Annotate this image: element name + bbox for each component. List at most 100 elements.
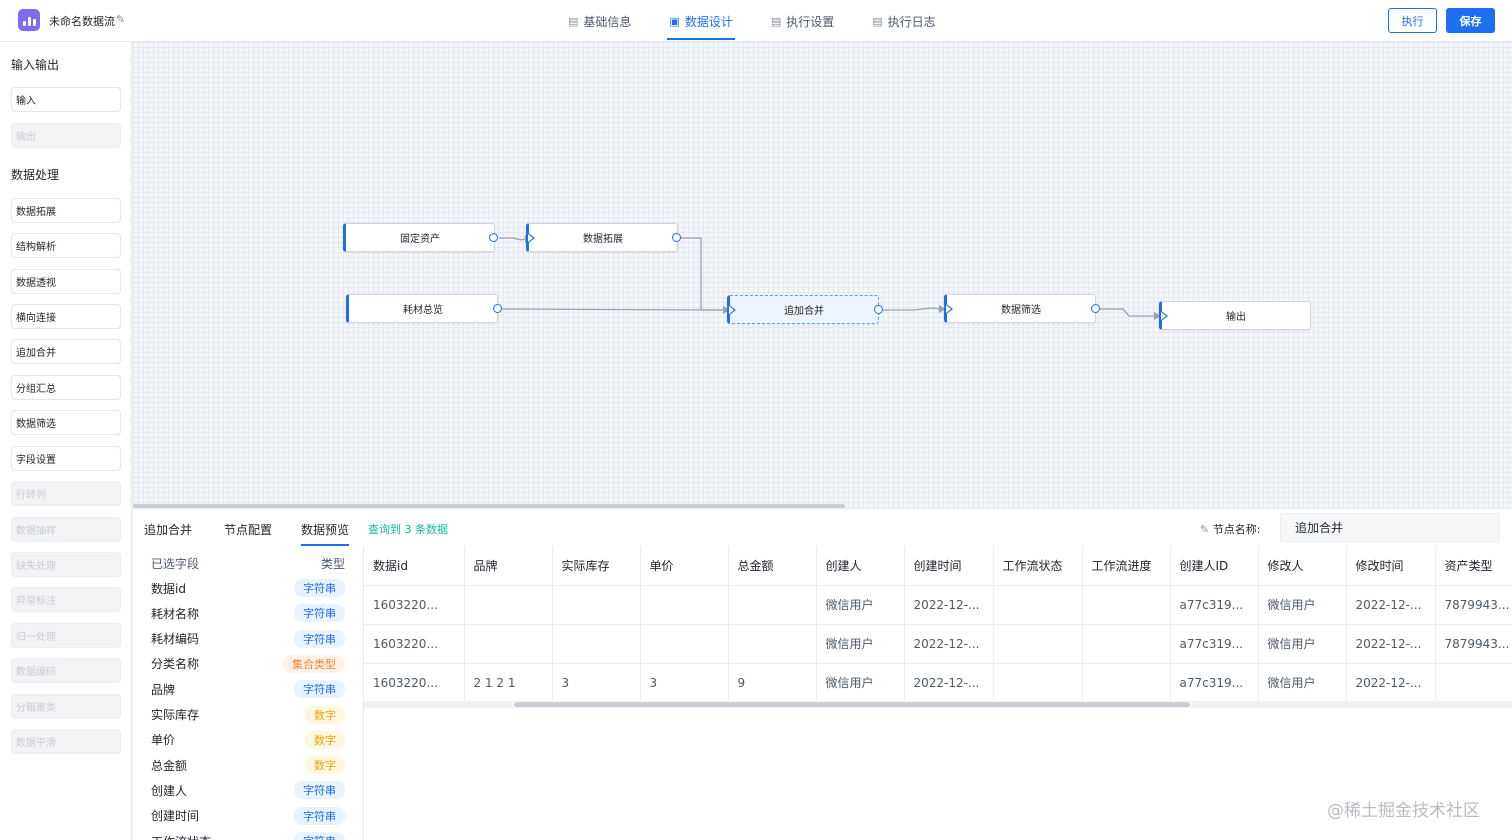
node-consumables[interactable]: 耗材总览 [346,294,498,323]
table-cell: 微信用户 [1258,663,1347,703]
node-append-merge[interactable]: 追加合并 [727,295,879,324]
column-header[interactable]: 数据id [364,546,465,586]
node-data-expand-in-port[interactable] [527,232,535,244]
component-join[interactable]: 横向连接 [11,304,121,329]
flow-canvas[interactable]: 固定资产 数据拓展 耗材总览 追加合并 数据筛选 输出 [133,42,1512,508]
node-data-expand[interactable]: 数据拓展 [526,223,678,252]
fields-header-type: 类型 [320,557,345,571]
column-header[interactable]: 创建人ID [1170,546,1259,586]
edit-title-icon[interactable]: ✎ [116,13,125,26]
component-filter[interactable]: 数据筛选 [11,410,121,435]
column-header[interactable]: 工作流状态 [993,546,1083,586]
run-button[interactable]: 执行 [1388,8,1437,33]
doc-icon: ▤ [568,14,579,28]
column-header[interactable]: 修改人 [1258,546,1347,586]
column-header[interactable]: 创建人 [816,546,905,586]
field-row: 耗材名称 字符串 [151,603,345,623]
watermark: @稀土掘金技术社区 [1327,801,1480,821]
node-data-filter[interactable]: 数据筛选 [944,294,1096,323]
field-name: 单价 [151,733,176,748]
component-data-expand[interactable]: 数据拓展 [11,198,121,223]
field-name: 实际库存 [151,708,200,722]
node-name-input[interactable]: 追加合并 [1280,513,1500,542]
component-append-merge[interactable]: 追加合并 [11,339,121,364]
column-header[interactable]: 资产类型 [1435,546,1512,586]
table-row: 1603220... 微信用户 2022-12-... a77c319... 微信用户 2… [364,624,1512,664]
column-header[interactable]: 创建时间 [904,546,994,586]
node-append-merge-out-port[interactable] [874,305,883,314]
table-scrollbar[interactable] [514,702,1190,707]
node-output-in-port[interactable] [1160,310,1168,322]
field-row: 创建时间 字符串 [151,806,345,826]
edge-merge-to-filter [883,307,942,311]
save-button[interactable]: 保存 [1446,8,1495,33]
edit-icon: ✎ [1200,523,1210,536]
column-header[interactable]: 实际库存 [552,546,641,586]
table-cell: 微信用户 [816,663,905,703]
tab-data-preview[interactable]: 数据预览 [301,521,350,546]
tab-basic-info[interactable]: ▤ 基础信息 [566,0,633,42]
table-cell [640,624,729,664]
column-header[interactable]: 品牌 [464,546,553,586]
component-panel: 输入输出 输入 输出 数据处理 数据拓展 结构解析 数据透视 横向连接 追加合并… [0,42,132,840]
table-cell [993,624,1083,664]
edge-consumables-to-merge [501,308,724,311]
field-type-tag: 字符串 [294,579,345,597]
table-cell: 7879943... [1435,585,1512,625]
node-data-filter-in-port[interactable] [945,303,953,315]
component-structure-parse[interactable]: 结构解析 [11,233,121,258]
node-consumables-out-port[interactable] [493,304,502,313]
column-header[interactable]: 总金额 [728,546,817,586]
table-cell: 7879943... [1435,624,1512,664]
node-append-merge-in-port[interactable] [728,304,736,316]
main-tabs: ▤ 基础信息 ▣ 数据设计 ▤ 执行设置 ▤ 执行日志 [566,0,972,42]
table-cell [993,663,1083,703]
component-binning: 分箱聚类 [11,694,121,719]
field-name: 创建人 [151,783,188,798]
edge-fixed-to-expand [499,237,526,241]
component-input[interactable]: 输入 [11,87,121,112]
column-header[interactable]: 单价 [640,546,729,586]
table-cell: a77c319... [1170,585,1259,625]
table-cell: 2022-12-... [904,663,994,703]
table-cell: 3 [552,663,641,703]
node-fixed-assets[interactable]: 固定资产 [343,223,495,252]
component-group-summary[interactable]: 分组汇总 [11,375,121,400]
component-pivot[interactable]: 数据透视 [11,269,121,294]
column-header[interactable]: 工作流进度 [1082,546,1171,586]
node-data-expand-out-port[interactable] [672,233,681,242]
tab-data-design[interactable]: ▣ 数据设计 [667,0,736,42]
field-type-tag: 数字 [305,756,345,775]
field-row: 耗材编码 字符串 [151,629,345,649]
node-data-filter-out-port[interactable] [1091,304,1100,313]
table-cell: 微信用户 [816,624,905,664]
tab-run-settings[interactable]: ▤ 执行设置 [769,0,836,42]
component-field-settings[interactable]: 字段设置 [11,446,121,471]
field-name: 数据id [151,581,186,596]
table-cell: 2022-12-... [1346,585,1436,625]
table-cell: 1603220... [364,663,465,703]
field-type-tag: 字符串 [294,781,345,800]
table-row: 1603220... 微信用户 2022-12-... a77c319... 微信用户 2… [364,585,1512,625]
tab-run-log[interactable]: ▤ 执行日志 [870,0,937,42]
component-normalize: 归一处理 [11,623,121,648]
field-name: 创建时间 [151,809,200,824]
node-output[interactable]: 输出 [1159,301,1311,330]
component-encoding: 数据编码 [11,658,121,683]
field-name: 分类名称 [151,657,200,672]
table-cell: 2022-12-... [904,624,994,664]
column-header[interactable]: 修改时间 [1346,546,1436,586]
preview-table: 数据id 品牌 实际库存 单价 总金额 创建人 创建时间 工作流状态 工作流进度 创建人ID 修改人… [364,546,1512,703]
fields-header-name: 已选字段 [151,557,200,571]
component-anomaly: 异常标注 [11,587,121,612]
tab-node-config[interactable]: 节点配置 [224,521,272,538]
preview-table-wrap: 数据id 品牌 实际库存 单价 总金额 创建人 创建时间 工作流状态 工作流进度 创建人ID 修改人… [364,546,1512,708]
table-cell [640,585,729,625]
table-cell [1082,585,1171,625]
node-fixed-assets-out-port[interactable] [489,233,498,242]
field-type-tag: 字符串 [294,680,345,699]
table-cell [552,624,641,664]
design-icon: ▣ [669,14,680,28]
canvas-scrollbar[interactable] [133,504,845,508]
tab-node-name[interactable]: 追加合并 [144,521,192,538]
